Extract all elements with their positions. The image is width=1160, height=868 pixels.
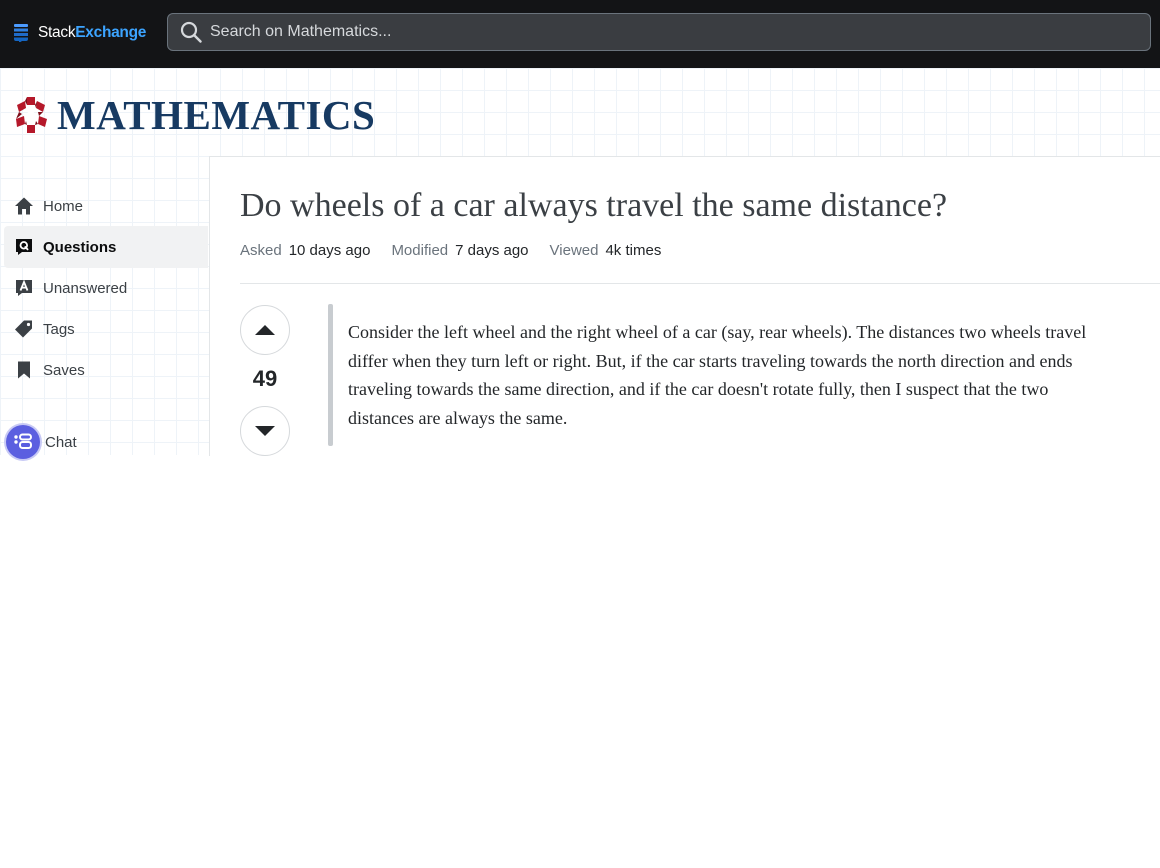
blockquote-bar <box>328 304 333 446</box>
top-bar: Stack Exchange <box>0 0 1160 68</box>
divider <box>240 283 1160 284</box>
search-input[interactable] <box>210 23 1110 41</box>
site-name: MATHEMATICS <box>57 92 376 138</box>
sidebar-item-questions[interactable]: Questions <box>4 226 208 268</box>
vote-count: 49 <box>252 366 278 391</box>
downvote-arrow-icon <box>255 426 275 436</box>
sidebar-item-label: Unanswered <box>43 279 128 297</box>
stackexchange-icon <box>14 24 28 42</box>
logo-text-stack: Stack <box>38 24 76 41</box>
mathematics-logo-icon <box>16 97 47 133</box>
sidebar-item-saves[interactable]: Saves <box>4 349 208 391</box>
sidebar-item-unanswered[interactable]: Unanswered <box>4 267 208 309</box>
unanswered-icon <box>16 279 32 296</box>
questions-icon <box>16 239 32 255</box>
site-brand[interactable]: MATHEMATICS <box>13 91 375 139</box>
asked-value[interactable]: 10 days ago <box>289 242 371 259</box>
viewed-label: Viewed <box>549 242 599 259</box>
downvote-button[interactable] <box>240 406 290 456</box>
asked-label: Asked <box>240 242 282 259</box>
logo-text-exchange: Exchange <box>75 24 147 41</box>
home-icon <box>15 197 33 215</box>
search-icon <box>180 21 202 43</box>
sidebar-item-label: Chat <box>45 433 77 451</box>
question-title[interactable]: Do wheels of a car always travel the sam… <box>240 187 947 225</box>
search-box[interactable] <box>167 13 1151 51</box>
tag-icon <box>15 320 32 338</box>
sidebar-item-home[interactable]: Home <box>4 185 208 227</box>
modified-value[interactable]: 7 days ago <box>455 242 528 259</box>
modified-label: Modified <box>391 242 449 259</box>
sidebar-item-tags[interactable]: Tags <box>4 308 208 350</box>
upvote-arrow-icon <box>255 325 275 335</box>
sidebar-item-label: Home <box>43 197 84 215</box>
sidebar-item-label: Saves <box>43 361 85 379</box>
bookmark-icon <box>18 361 30 379</box>
sidebar-item-chat[interactable]: Chat <box>6 425 77 459</box>
sidebar-item-label: Questions <box>43 238 117 256</box>
upvote-button[interactable] <box>240 305 290 355</box>
chat-icon <box>6 425 40 459</box>
question-meta: Asked 10 days ago Modified 7 days ago Vi… <box>240 242 682 259</box>
sidebar-item-label: Tags <box>43 320 75 338</box>
question-body: Consider the left wheel and the right wh… <box>348 322 1087 428</box>
viewed-value: 4k times <box>605 242 662 259</box>
stackexchange-logo[interactable]: Stack Exchange <box>13 22 146 44</box>
